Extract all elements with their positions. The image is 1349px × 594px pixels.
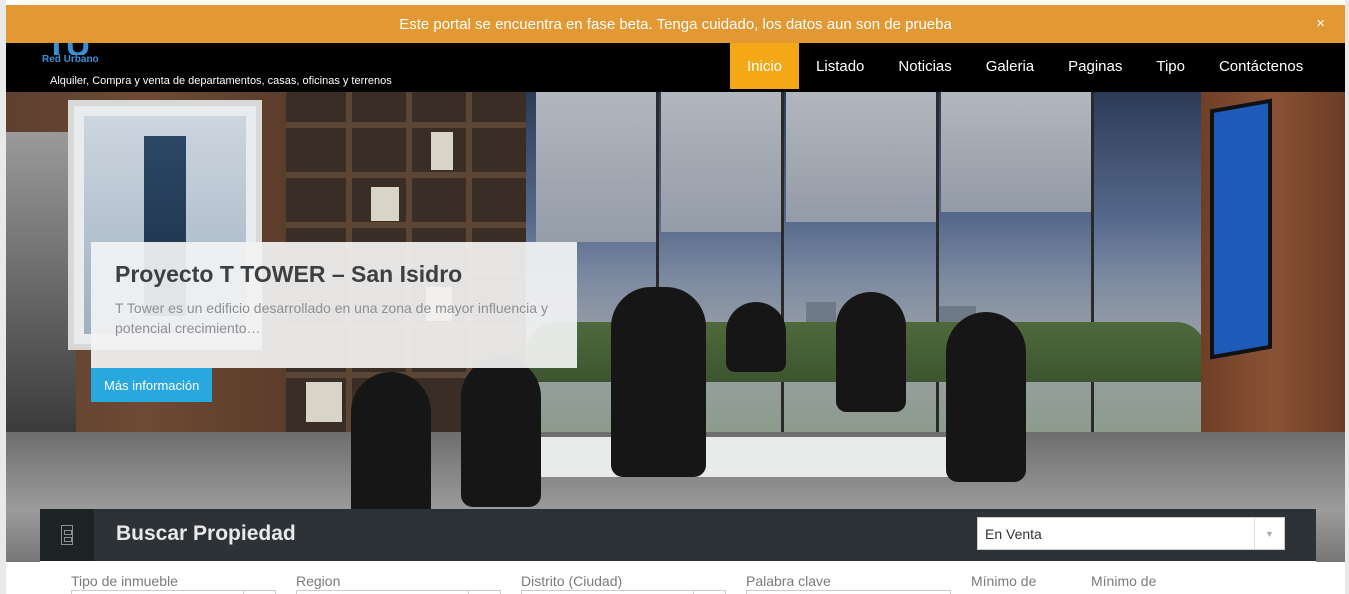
nav-item-galeria[interactable]: Galeria	[969, 43, 1051, 89]
filter-label-region: Region	[296, 573, 341, 589]
promo-title[interactable]: Proyecto T TOWER – San Isidro	[115, 260, 553, 288]
page: Este portal se encuentra en fase beta. T…	[0, 0, 1349, 594]
filter-label-property-type: Tipo de inmueble	[71, 573, 178, 589]
property-type-select[interactable]	[71, 590, 276, 594]
site-tagline: Alquiler, Compra y venta de departamento…	[50, 75, 392, 87]
more-info-button[interactable]: Más información	[91, 368, 213, 402]
nav-item-contactenos[interactable]: Contáctenos	[1202, 43, 1320, 89]
nav-item-listado[interactable]: Listado	[799, 43, 881, 89]
search-panel-icon-box	[40, 509, 94, 561]
region-select[interactable]	[296, 590, 501, 594]
nav-item-tipo[interactable]: Tipo	[1139, 43, 1202, 89]
hero-slider: Proyecto T TOWER – San Isidro T Tower es…	[6, 92, 1345, 562]
filter-label-min-1: Mínimo de	[971, 573, 1037, 589]
filter-label-district: Distrito (Ciudad)	[521, 573, 623, 589]
search-panel: Buscar Propiedad En Venta ▼	[40, 509, 1316, 561]
nav-item-inicio[interactable]: Inicio	[730, 43, 800, 89]
nav-item-paginas[interactable]: Paginas	[1051, 43, 1139, 89]
district-select-divider	[693, 590, 694, 594]
status-select-value: En Venta	[985, 525, 1042, 542]
search-filters: Tipo de inmueble Region Distrito (Ciudad…	[40, 561, 1316, 594]
beta-banner: Este portal se encuentra en fase beta. T…	[6, 5, 1345, 43]
keyword-input[interactable]	[746, 590, 951, 594]
logo-name[interactable]: Red Urbano	[42, 54, 99, 65]
site-header: TU Red Urbano Alquiler, Compra y venta d…	[6, 43, 1345, 92]
promo-description: T Tower es un edificio desarrollado en u…	[115, 300, 548, 336]
close-icon[interactable]: ×	[1316, 15, 1325, 33]
property-type-select-divider	[243, 590, 244, 594]
browser-frame-left	[0, 0, 6, 594]
filter-label-keyword: Palabra clave	[746, 573, 831, 589]
district-select[interactable]	[521, 590, 726, 594]
promo-card: Proyecto T TOWER – San Isidro T Tower es…	[91, 242, 577, 368]
main-nav: Inicio Listado Noticias Galeria Paginas …	[730, 43, 1320, 92]
browser-frame-right	[1345, 0, 1349, 594]
chevron-down-icon[interactable]: ▼	[1254, 518, 1284, 549]
status-select[interactable]: En Venta ▼	[977, 517, 1285, 550]
nav-item-noticias[interactable]: Noticias	[881, 43, 968, 89]
document-icon	[61, 525, 73, 545]
search-title: Buscar Propiedad	[116, 522, 296, 545]
logo-mark: TU	[46, 43, 94, 55]
filter-label-min-2: Mínimo de	[1091, 573, 1157, 589]
beta-banner-text: Este portal se encuentra en fase beta. T…	[399, 15, 952, 33]
region-select-divider	[468, 590, 469, 594]
